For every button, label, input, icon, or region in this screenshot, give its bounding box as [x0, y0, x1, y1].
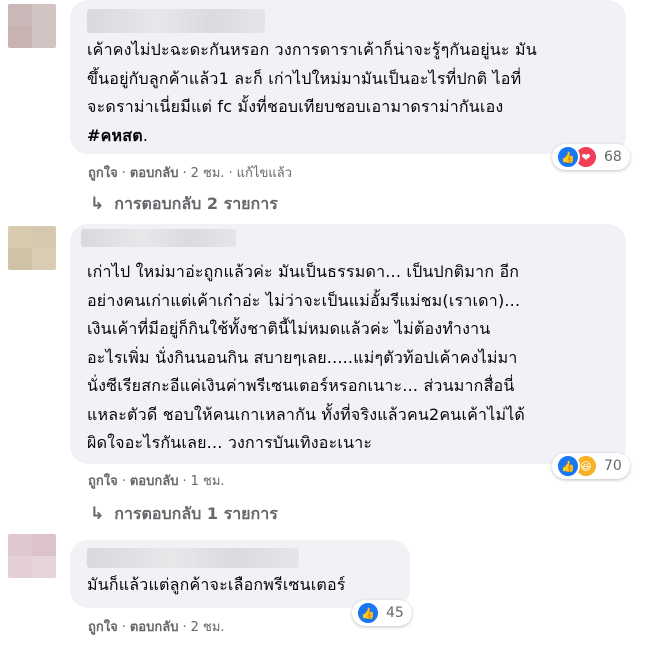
comment-line: นั่งซีเรียสกะอีแค่เงินค่าพรีเซนเตอร์หรอก…	[87, 376, 515, 395]
comment-line: แหละตัวดี ชอบให้คนเกาเหลากัน ทั้งที่จริง…	[87, 404, 526, 424]
thumbs-up-icon: 👍	[556, 454, 580, 478]
comment-bubble: เก่าไป ใหม่มาอ่ะถูกแล้วค่ะ มันเป็นธรรมดา…	[70, 224, 626, 464]
reply-arrow-icon: ↳	[90, 194, 105, 214]
reply-arrow-icon: ↳	[90, 504, 105, 524]
reaction-summary[interactable]: 👍 😆 70	[552, 453, 630, 479]
comment-line: จะดราม่าเนี่ยมีแต่ fc มั้งที่ชอบเทียบชอบ…	[87, 97, 504, 116]
comment-text: มันก็แล้วแต่ลูกค้าจะเลือกพรีเซนเตอร์	[87, 571, 346, 600]
comment-actions: ถูกใจ · ตอบกลับ · 2 ชม.	[88, 620, 225, 635]
reply-button[interactable]: ตอบกลับ	[130, 166, 179, 181]
avatar[interactable]	[8, 226, 56, 270]
reaction-summary[interactable]: 👍 ❤ 68	[552, 144, 630, 170]
comment-actions: ถูกใจ · ตอบกลับ · 2 ชม. · แก้ไขแล้ว	[88, 166, 292, 181]
thumbs-up-icon: 👍	[356, 601, 380, 625]
reply-button[interactable]: ตอบกลับ	[130, 474, 179, 489]
comment-bubble: เค้าคงไม่ปะฉะดะกันหรอก วงการดาราเค้าก็น่…	[70, 0, 626, 154]
comment-line: เก่าไป ใหม่มาอ่ะถูกแล้วค่ะ มันเป็นธรรมดา…	[87, 262, 520, 281]
like-button[interactable]: ถูกใจ	[88, 166, 118, 181]
like-button[interactable]: ถูกใจ	[88, 474, 118, 489]
commenter-name-redacted[interactable]	[87, 548, 299, 568]
commenter-name-redacted[interactable]	[87, 9, 265, 33]
replies-label: การตอบกลับ 2 รายการ	[114, 194, 278, 213]
reaction-summary[interactable]: 👍 45	[352, 600, 412, 626]
like-button[interactable]: ถูกใจ	[88, 620, 118, 635]
timestamp[interactable]: 2 ชม.	[191, 620, 225, 635]
reply-button[interactable]: ตอบกลับ	[130, 620, 179, 635]
comment-line: ผิดใจอะไรกันเลย... วงการบันเทิงอะเนาะ	[87, 433, 373, 452]
comment-line: อย่างคนเก่าแต่เค้าเก๋าอ่ะ ไม่ว่าจะเป็นแม…	[87, 290, 521, 310]
avatar[interactable]	[8, 534, 56, 578]
view-replies-link[interactable]: ↳ การตอบกลับ 1 รายการ	[90, 502, 278, 527]
comment-text: เก่าไป ใหม่มาอ่ะถูกแล้วค่ะ มันเป็นธรรมดา…	[87, 258, 525, 458]
commenter-name-redacted[interactable]	[81, 229, 236, 247]
comment-line: อะไรเพิ่ม นั่งกินนอนกิน สบายๆเลย.....แม่…	[87, 347, 518, 367]
comment-bubble: มันก็แล้วแต่ลูกค้าจะเลือกพรีเซนเตอร์	[70, 540, 410, 608]
comment-actions: ถูกใจ · ตอบกลับ · 1 ชม.	[88, 474, 225, 489]
reaction-count: 70	[604, 458, 622, 474]
comment-line: มันก็แล้วแต่ลูกค้าจะเลือกพรีเซนเตอร์	[87, 575, 346, 594]
comment-text: เค้าคงไม่ปะฉะดะกันหรอก วงการดาราเค้าก็น่…	[87, 36, 537, 150]
comment-line: เค้าคงไม่ปะฉะดะกันหรอก วงการดาราเค้าก็น่…	[87, 40, 537, 59]
timestamp[interactable]: 2 ชม.	[191, 166, 225, 181]
reaction-count: 45	[386, 605, 404, 621]
hashtag-suffix: .	[142, 125, 149, 145]
timestamp[interactable]: 1 ชม.	[191, 474, 225, 489]
reaction-count: 68	[604, 149, 622, 165]
view-replies-link[interactable]: ↳ การตอบกลับ 2 รายการ	[90, 192, 278, 217]
comment-line: ขึ้นอยู่กับลูกค้าแล้ว1 ละก็ เก่าไปใหม่มา…	[87, 68, 522, 88]
avatar[interactable]	[8, 4, 56, 48]
hashtag-link[interactable]: #คหสต	[87, 126, 143, 145]
edited-label[interactable]: แก้ไขแล้ว	[237, 166, 292, 181]
thumbs-up-icon: 👍	[556, 145, 580, 169]
comment-line: เงินเค้าที่มีอยู่ก็กินใช้ทั้งชาตินี้ไม่ห…	[87, 319, 491, 338]
replies-label: การตอบกลับ 1 รายการ	[114, 504, 278, 523]
